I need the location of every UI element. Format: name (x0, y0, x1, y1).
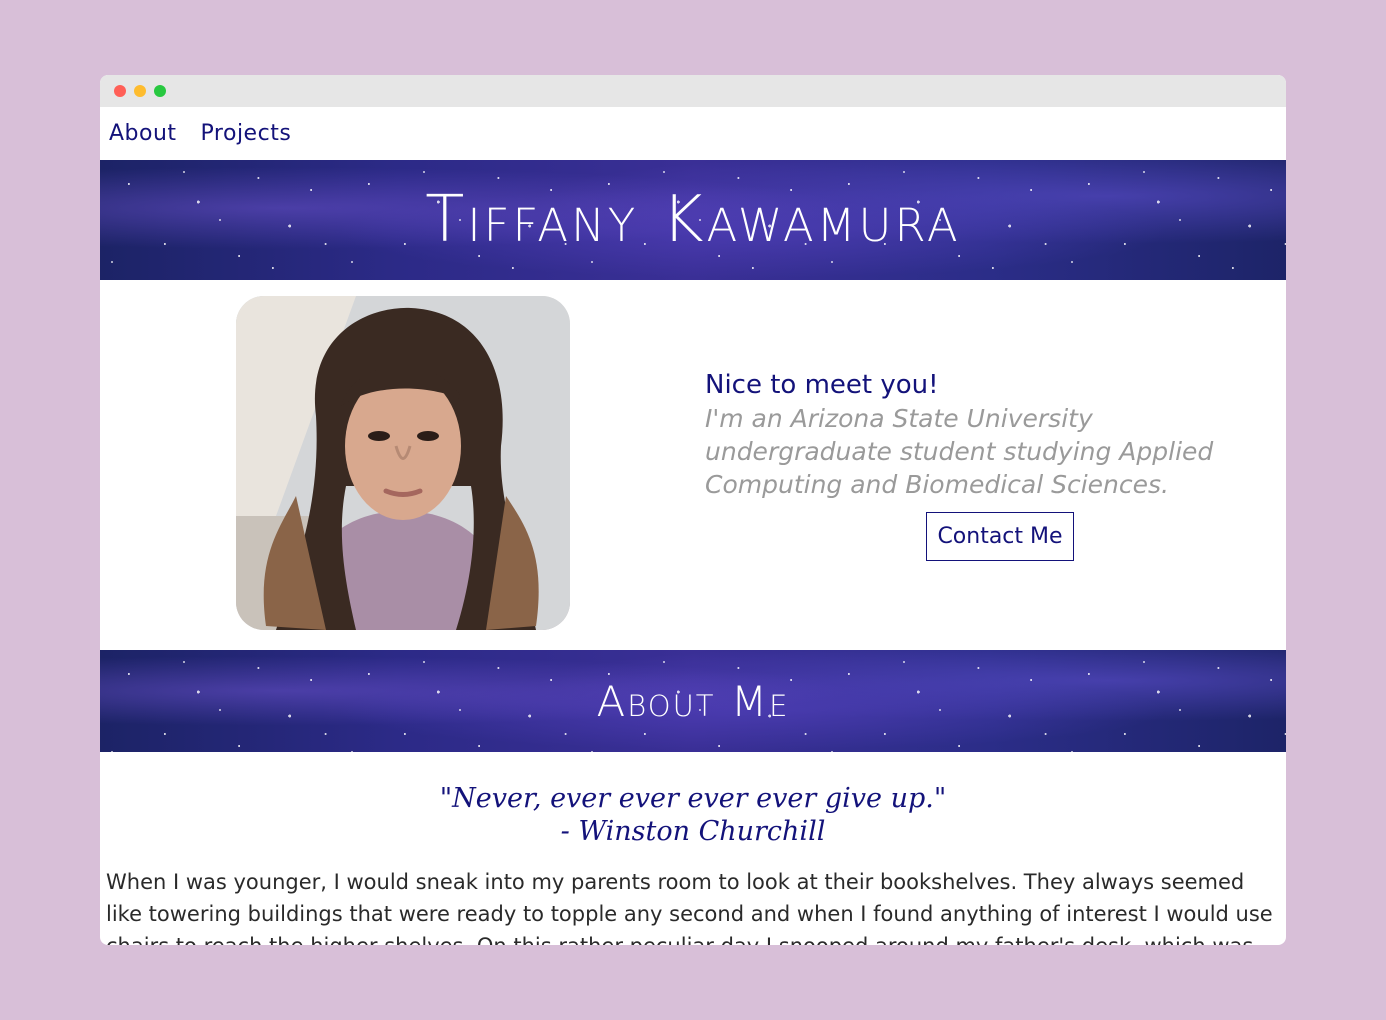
quote-attribution: - Winston Churchill (560, 816, 826, 847)
greeting-heading: Nice to meet you! (705, 370, 939, 400)
contact-me-button[interactable]: Contact Me (926, 512, 1074, 561)
profile-photo (236, 296, 570, 630)
quote-text: "Never, ever ever ever ever give up." (439, 783, 947, 814)
about-heading: About Me (596, 676, 790, 726)
minimize-window-button[interactable] (134, 85, 146, 97)
intro-text: Nice to meet you! I'm an Arizona State U… (705, 370, 1265, 501)
browser-window: About Projects Tiffany Kawamura Nice to … (100, 75, 1286, 945)
page-title: Tiffany Kawamura (425, 183, 961, 257)
nav-link-about[interactable]: About (109, 121, 177, 146)
close-window-button[interactable] (114, 85, 126, 97)
window-titlebar (100, 75, 1286, 107)
bio-text: I'm an Arizona State University undergra… (705, 404, 1214, 499)
intro-section: Nice to meet you! I'm an Arizona State U… (100, 280, 1286, 650)
hero-banner: Tiffany Kawamura (100, 160, 1286, 280)
maximize-window-button[interactable] (154, 85, 166, 97)
top-nav: About Projects (100, 107, 1286, 160)
about-banner: About Me (100, 650, 1286, 752)
about-paragraph: When I was younger, I would sneak into m… (106, 870, 1273, 945)
quote: "Never, ever ever ever ever give up." - … (100, 782, 1286, 848)
nav-link-projects[interactable]: Projects (201, 121, 292, 146)
